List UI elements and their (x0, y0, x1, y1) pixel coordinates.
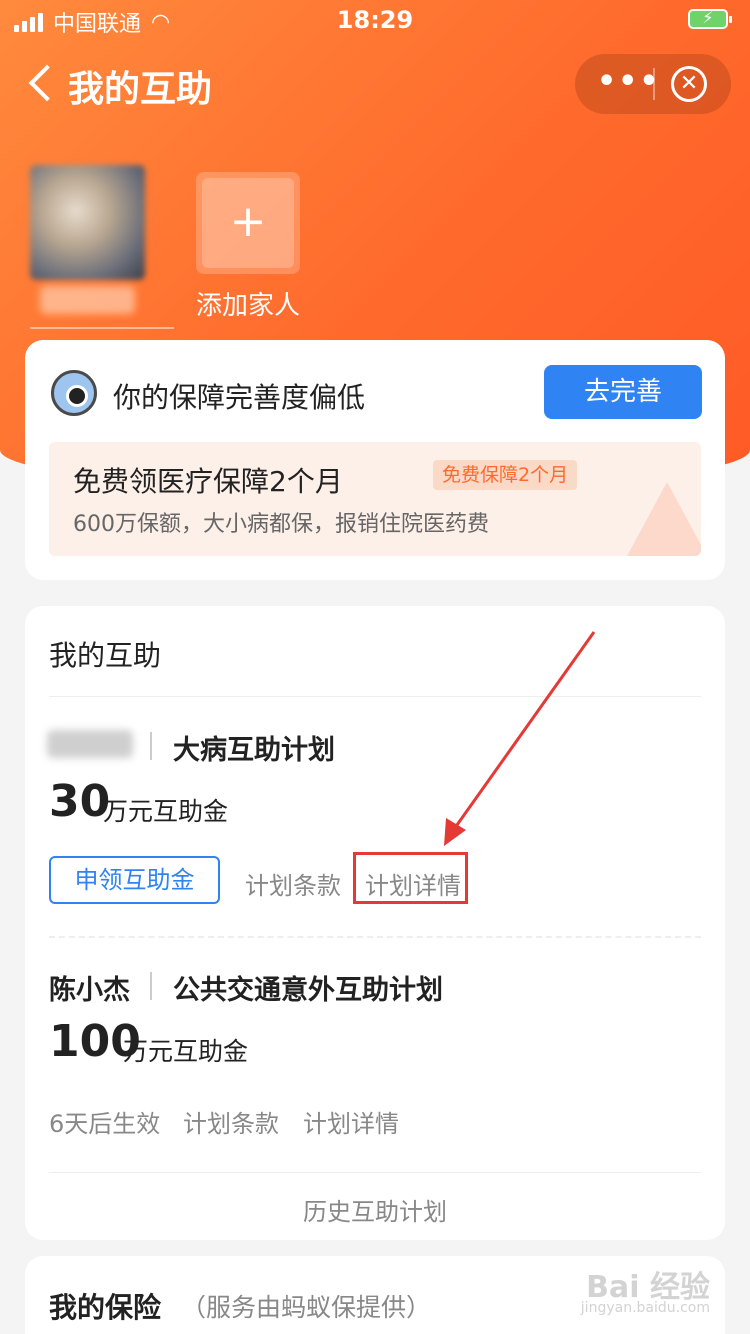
promo-subtitle: 600万保额，大小病都保，报销住院医药费 (73, 512, 489, 537)
mascot-icon (51, 370, 97, 416)
plan-terms-link[interactable]: 计划条款 (183, 1104, 279, 1139)
plan-amount-unit: 万元互助金 (103, 797, 229, 826)
plan-details-link[interactable]: 计划详情 (303, 1104, 399, 1139)
claim-button[interactable]: 申领互助金 (49, 856, 220, 904)
divider (49, 696, 701, 697)
avatar-selected-indicator (30, 327, 174, 329)
clock: 18:29 (336, 6, 414, 34)
page-title: 我的互助 (68, 69, 213, 110)
back-icon[interactable] (28, 64, 66, 102)
insurance-subtitle: （服务由蚂蚁保提供） (181, 1293, 432, 1322)
plan-divider (49, 936, 701, 938)
complete-coverage-button[interactable]: 去完善 (544, 365, 702, 419)
promo-title: 免费领医疗保障2个月 (73, 465, 343, 498)
warning-icon (627, 482, 701, 556)
insurance-title: 我的保险 (49, 1291, 162, 1324)
annotation-highlight-box (353, 852, 468, 904)
mini-program-capsule: ••• ✕ (575, 54, 731, 114)
avatar[interactable] (30, 165, 145, 280)
plus-icon: + (202, 178, 294, 268)
close-icon[interactable]: ✕ (671, 66, 707, 102)
plan-owner: 陈小杰 (49, 975, 130, 1006)
capsule-divider (653, 68, 655, 100)
plan-owner-blurred (47, 730, 133, 758)
plan-separator (150, 732, 152, 760)
section-title: 我的互助 (49, 639, 162, 672)
coverage-card: 你的保障完善度偏低 去完善 免费领医疗保障2个月 免费保障2个月 600万保额，… (25, 340, 725, 580)
mutual-aid-card: 我的互助 大病互助计划 30 万元互助金 申领互助金 计划条款 计划详情 陈小杰… (25, 606, 725, 1240)
battery-charging-icon: ⚡ (688, 8, 732, 29)
plan-amount-unit: 万元互助金 (123, 1037, 249, 1066)
baidu-watermark-url: jingyan.baidu.com (580, 1300, 710, 1316)
add-family-button[interactable]: + (196, 172, 300, 274)
plan-name: 大病互助计划 (173, 735, 335, 766)
plan-separator (150, 972, 152, 1000)
promo-badge: 免费保障2个月 (433, 460, 578, 490)
plan-amount: 30 (49, 776, 111, 827)
promo-banner[interactable]: 免费领医疗保障2个月 免费保障2个月 600万保额，大小病都保，报销住院医药费 (49, 442, 701, 556)
plan-status: 6天后生效 (49, 1110, 161, 1138)
plan-terms-link[interactable]: 计划条款 (245, 866, 341, 901)
coverage-title: 你的保障完善度偏低 (113, 381, 366, 414)
nav-bar: 我的互助 ••• ✕ (0, 52, 750, 116)
plan-name: 公共交通意外互助计划 (173, 975, 443, 1006)
history-plans-link[interactable]: 历史互助计划 (25, 1192, 725, 1227)
divider (49, 1172, 701, 1173)
avatar-name-blurred (40, 286, 135, 314)
status-bar: 中国联通 ◠ 18:29 ⚡ (0, 0, 750, 40)
more-icon[interactable]: ••• (597, 64, 661, 99)
add-family-label[interactable]: 添加家人 (196, 285, 300, 322)
